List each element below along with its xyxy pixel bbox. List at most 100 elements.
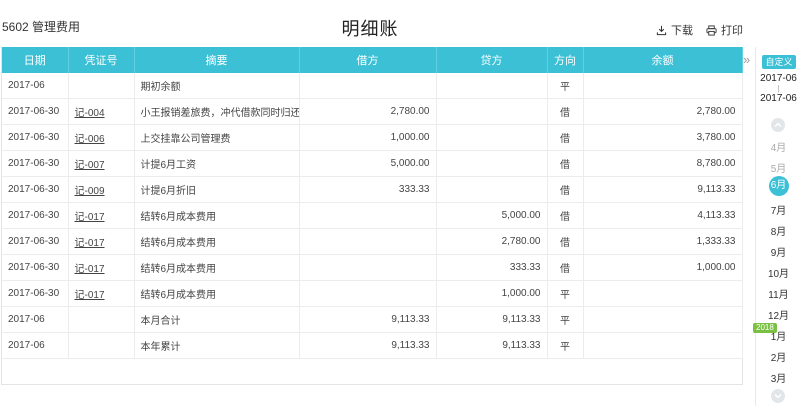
debit-cell: 9,113.33 bbox=[299, 306, 437, 333]
voucher-cell: 记-009 bbox=[68, 176, 135, 203]
direction-cell: 借 bbox=[547, 202, 584, 229]
credit-cell bbox=[436, 124, 548, 151]
summary-cell: 本年累计 bbox=[134, 332, 300, 359]
balance-cell bbox=[583, 280, 743, 307]
voucher-cell: 记-006 bbox=[68, 124, 135, 151]
summary-cell: 上交挂靠公司管理费 bbox=[134, 124, 300, 151]
voucher-link[interactable]: 记-006 bbox=[75, 134, 105, 145]
column-header-credit: 贷方 bbox=[436, 47, 548, 73]
date-cell: 2017-06-30 bbox=[2, 254, 69, 281]
summary-cell: 结转6月成本费用 bbox=[134, 254, 300, 281]
month-item-dec[interactable]: 12月 bbox=[757, 307, 800, 322]
debit-cell bbox=[299, 228, 437, 255]
month-item-apr[interactable]: 4月 bbox=[757, 139, 800, 154]
summary-cell: 小王报销差旅费，冲代借款同时归还余款 bbox=[134, 98, 300, 125]
month-item-feb[interactable]: 2月 bbox=[757, 349, 800, 364]
summary-cell: 本月合计 bbox=[134, 306, 300, 333]
month-label: 9月 bbox=[770, 248, 787, 259]
debit-cell: 9,113.33 bbox=[299, 332, 437, 359]
direction-cell: 借 bbox=[547, 228, 584, 255]
voucher-link[interactable]: 记-017 bbox=[75, 212, 105, 223]
debit-cell bbox=[299, 202, 437, 229]
voucher-cell: 记-017 bbox=[68, 228, 135, 255]
voucher-link[interactable]: 记-017 bbox=[75, 238, 105, 249]
month-item-jan[interactable]: 1月 bbox=[757, 328, 800, 343]
month-item-oct[interactable]: 10月 bbox=[757, 265, 800, 280]
balance-cell: 1,333.33 bbox=[583, 228, 743, 255]
period-range-end: 2017-06 bbox=[760, 93, 797, 104]
credit-cell: 5,000.00 bbox=[436, 202, 548, 229]
direction-cell: 借 bbox=[547, 98, 584, 125]
credit-cell bbox=[436, 73, 548, 99]
direction-cell: 借 bbox=[547, 254, 584, 281]
voucher-cell: 记-004 bbox=[68, 98, 135, 125]
print-button[interactable]: 打印 bbox=[706, 22, 743, 38]
table-row: 2017-06 本年累计 9,113.33 9,113.33 平 bbox=[2, 332, 743, 359]
direction-cell: 平 bbox=[547, 280, 584, 307]
date-cell: 2017-06 bbox=[2, 332, 69, 359]
column-header-summary: 摘要 bbox=[134, 47, 300, 73]
date-cell: 2017-06-30 bbox=[2, 280, 69, 307]
voucher-link[interactable]: 记-007 bbox=[75, 160, 105, 171]
table-row: 2017-06-30 记-006 上交挂靠公司管理费 1,000.00 借 3,… bbox=[2, 124, 743, 151]
month-label: 11月 bbox=[768, 290, 789, 301]
custom-period-button[interactable]: 自定义 bbox=[762, 55, 796, 69]
date-cell: 2017-06-30 bbox=[2, 176, 69, 203]
month-label: 5月 bbox=[770, 164, 787, 175]
month-label: 1月 bbox=[770, 332, 787, 343]
debit-cell: 2,780.00 bbox=[299, 98, 437, 125]
period-sidebar: 自定义 2017-06 | 2017-06 4月 5月 6月 7月 8月 9月 … bbox=[753, 47, 800, 406]
date-cell: 2017-06-30 bbox=[2, 124, 69, 151]
month-item-mar[interactable]: 3月 bbox=[757, 370, 800, 385]
period-range-separator: | bbox=[777, 84, 780, 93]
ledger-table: 日期 凭证号 摘要 借方 贷方 方向 余额 2017-06 期初余额 平 201… bbox=[2, 47, 743, 359]
month-item-aug[interactable]: 8月 bbox=[757, 223, 800, 238]
table-row: 2017-06 本月合计 9,113.33 9,113.33 平 bbox=[2, 306, 743, 333]
column-header-date: 日期 bbox=[2, 47, 69, 73]
column-header-direction: 方向 bbox=[547, 47, 584, 73]
month-label: 10月 bbox=[767, 269, 790, 280]
direction-cell: 借 bbox=[547, 150, 584, 177]
credit-cell: 333.33 bbox=[436, 254, 548, 281]
scroll-down-button[interactable] bbox=[771, 389, 785, 403]
debit-cell bbox=[299, 280, 437, 307]
month-label: 4月 bbox=[770, 143, 787, 154]
summary-cell: 结转6月成本费用 bbox=[134, 228, 300, 255]
voucher-link[interactable]: 记-009 bbox=[75, 186, 105, 197]
direction-cell: 借 bbox=[547, 124, 584, 151]
voucher-link[interactable]: 记-017 bbox=[75, 264, 105, 275]
date-cell: 2017-06 bbox=[2, 73, 69, 99]
month-item-nov[interactable]: 11月 bbox=[757, 286, 800, 301]
month-item-sep[interactable]: 9月 bbox=[757, 244, 800, 259]
collapse-sidebar-button[interactable]: » bbox=[743, 52, 750, 67]
credit-cell: 2,780.00 bbox=[436, 228, 548, 255]
scroll-up-button[interactable] bbox=[771, 118, 785, 132]
debit-cell: 333.33 bbox=[299, 176, 437, 203]
direction-cell: 借 bbox=[547, 176, 584, 203]
balance-cell: 4,113.33 bbox=[583, 202, 743, 229]
voucher-link[interactable]: 记-017 bbox=[75, 290, 105, 301]
page-title: 明细账 bbox=[341, 19, 399, 39]
debit-cell bbox=[299, 254, 437, 281]
chevron-up-icon bbox=[774, 122, 782, 128]
voucher-cell: 记-007 bbox=[68, 150, 135, 177]
voucher-cell bbox=[68, 306, 135, 333]
credit-cell: 9,113.33 bbox=[436, 332, 548, 359]
voucher-link[interactable]: 记-004 bbox=[75, 108, 105, 119]
download-button[interactable]: 下载 bbox=[656, 22, 693, 38]
date-cell: 2017-06-30 bbox=[2, 202, 69, 229]
credit-cell: 9,113.33 bbox=[436, 306, 548, 333]
download-icon bbox=[656, 25, 667, 35]
month-item-jun[interactable]: 6月 bbox=[757, 176, 800, 196]
month-item-jul[interactable]: 7月 bbox=[757, 202, 800, 217]
month-label: 6月 bbox=[768, 176, 789, 196]
print-label: 打印 bbox=[721, 25, 743, 37]
credit-cell bbox=[436, 98, 548, 125]
month-item-may[interactable]: 5月 bbox=[757, 160, 800, 175]
balance-cell: 9,113.33 bbox=[583, 176, 743, 203]
summary-cell: 计提6月折旧 bbox=[134, 176, 300, 203]
voucher-cell: 记-017 bbox=[68, 254, 135, 281]
debit-cell: 5,000.00 bbox=[299, 150, 437, 177]
table-row: 2017-06-30 记-009 计提6月折旧 333.33 借 9,113.3… bbox=[2, 176, 743, 203]
date-cell: 2017-06-30 bbox=[2, 228, 69, 255]
